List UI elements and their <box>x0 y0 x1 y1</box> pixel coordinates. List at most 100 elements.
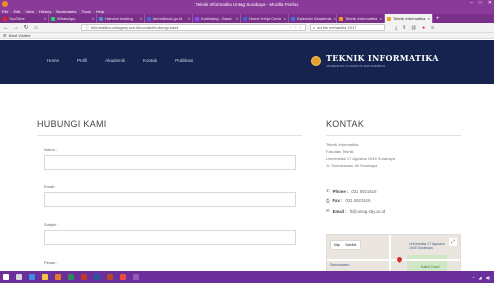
page-icon <box>195 16 199 21</box>
address-line: Teknik Informatika <box>326 142 359 147</box>
sidebar-icon[interactable]: ▥ <box>411 25 416 31</box>
nav-profil[interactable]: Profil <box>77 58 87 63</box>
page-icon <box>339 16 343 21</box>
location-map[interactable]: Map Satellite ⤢ Universitas 17 Agustus 1… <box>326 234 461 272</box>
start-icon[interactable] <box>3 274 9 280</box>
tab-kotlin[interactable]: Kotlinlang - Basic × <box>193 14 241 23</box>
close-tab-icon[interactable]: × <box>92 16 94 21</box>
app-icon[interactable] <box>81 274 87 280</box>
nav-kontak[interactable]: Kontak <box>143 58 157 63</box>
menu-help[interactable]: Help <box>96 9 104 14</box>
menu-tools[interactable]: Tools <box>81 9 90 14</box>
info-icon: ⓘ <box>85 24 89 30</box>
close-tab-icon[interactable]: × <box>44 16 46 21</box>
nav-publikasi[interactable]: Publikasi <box>175 58 193 63</box>
tab-youtube[interactable]: YouTube × <box>1 14 49 23</box>
nav-akademik[interactable]: Akademik <box>105 58 125 63</box>
page-icon <box>99 16 103 21</box>
address-line: Universitas 17 Agustus 1945 Surabaya <box>326 156 395 161</box>
folder-icon[interactable] <box>42 274 48 280</box>
brand-subtitle: UNIVERSITAS 17 AGUSTUS 1945 SURABAYA <box>326 64 386 68</box>
close-icon[interactable]: ✕ <box>488 0 492 6</box>
url-bar[interactable]: ⓘ informatika.untagsby.sch.id/contact/hu… <box>81 24 306 31</box>
map-label-place: Kabul Court <box>421 265 440 269</box>
fax-value: 031 5921516 <box>345 198 371 203</box>
menu-view[interactable]: View <box>25 9 34 14</box>
map-road <box>327 259 460 261</box>
close-tab-icon[interactable]: × <box>140 16 142 21</box>
close-tab-icon[interactable]: × <box>284 16 286 21</box>
firefox-taskbar-icon[interactable] <box>55 274 61 280</box>
close-tab-icon[interactable]: × <box>333 16 335 21</box>
reload-icon[interactable]: ↻ <box>23 24 29 31</box>
volume-icon[interactable]: ◀) <box>486 275 490 280</box>
menu-history[interactable]: History <box>39 9 51 14</box>
subject-field[interactable] <box>44 230 296 245</box>
map-type-control[interactable]: Map Satellite <box>331 241 360 249</box>
tab-whatsapp[interactable]: WhatsApp × <box>49 14 97 23</box>
app-icon[interactable] <box>68 274 74 280</box>
menu-file[interactable]: File <box>2 9 8 14</box>
system-tray: ^ ◢ ◀) <box>473 275 490 280</box>
fullscreen-icon[interactable]: ⤢ <box>449 238 457 246</box>
back-icon[interactable]: ← <box>3 25 9 31</box>
map-type-satellite[interactable]: Satellite <box>345 243 356 247</box>
close-tab-icon[interactable]: × <box>236 16 238 21</box>
network-icon[interactable]: ◢ <box>479 275 482 280</box>
nav-toolbar: ← → ↻ ⌂ ⓘ informatika.untagsby.sch.id/co… <box>0 23 494 33</box>
address-line: Fakultas Teknik <box>326 149 354 154</box>
addon-icon[interactable]: ● <box>422 25 425 31</box>
page-icon <box>243 16 247 21</box>
new-tab-button[interactable]: + <box>436 16 440 22</box>
home-icon[interactable]: ⌂ <box>33 25 39 31</box>
map-type-map[interactable]: Map <box>334 243 340 247</box>
search-input[interactable]: ⌕ ad bis mehanika 2017 <box>310 24 385 31</box>
word-icon[interactable] <box>94 274 100 280</box>
app-icon[interactable] <box>120 274 126 280</box>
bookmark-most-visited[interactable]: Most Visited <box>9 33 31 38</box>
map-pin-icon[interactable] <box>395 255 404 264</box>
menu-edit[interactable]: Edit <box>13 9 20 14</box>
site-brand[interactable]: TEKNIK INFORMATIKA UNIVERSITAS 17 AGUSTU… <box>311 53 439 68</box>
search-icon[interactable] <box>16 274 22 280</box>
maximize-icon[interactable]: □ <box>479 0 482 6</box>
tab-teknik-active[interactable]: Teknik Informatika × <box>385 14 433 23</box>
email-link[interactable]: ft@untag-sby.ac.id <box>350 209 386 214</box>
app-icon[interactable] <box>133 274 139 280</box>
message-label: Pesan : <box>44 260 58 265</box>
email-field[interactable] <box>44 192 296 207</box>
email-row: ✉ Email : ft@untag-sby.ac.id <box>326 208 386 214</box>
tab-harvest[interactable]: Harvest hosting × <box>97 14 145 23</box>
address-line: Jl. Semolowaru 45 Surabaya <box>326 163 378 168</box>
menu-icon[interactable]: ≡ <box>431 25 434 31</box>
close-tab-icon[interactable]: × <box>428 16 430 21</box>
library-icon[interactable]: ⫴ <box>403 25 405 31</box>
divider <box>37 135 302 136</box>
page-icon <box>291 16 295 21</box>
page-actions-icon[interactable]: ··· ♡ ☆ <box>289 25 302 30</box>
window-titlebar: Teknik Informatika Untag Surabaya - Mozi… <box>0 0 494 8</box>
phone-icon: ✆ <box>326 188 330 193</box>
chevron-up-icon[interactable]: ^ <box>473 275 475 280</box>
menu-bookmarks[interactable]: Bookmarks <box>56 9 76 14</box>
phone-row: ✆ Phone : 031 5921516 <box>326 188 377 194</box>
tab-kalender[interactable]: Kalender Akademik × <box>289 14 337 23</box>
downloads-icon[interactable]: ⤓ <box>395 25 397 31</box>
minimize-icon[interactable]: – <box>470 0 473 6</box>
gear-icon: ⚙ <box>3 33 7 38</box>
close-tab-icon[interactable]: × <box>380 16 382 21</box>
brand-name: TEKNIK INFORMATIKA <box>326 53 439 63</box>
forward-icon[interactable]: → <box>13 25 19 31</box>
nav-home[interactable]: Home <box>47 58 59 63</box>
university-logo-icon <box>311 55 321 66</box>
close-tab-icon[interactable]: × <box>188 16 190 21</box>
tab-home[interactable]: Home Kerja Ceria × <box>241 14 289 23</box>
name-field[interactable] <box>44 155 296 170</box>
taskview-icon[interactable] <box>29 274 35 280</box>
powerpoint-icon[interactable] <box>107 274 113 280</box>
page-title: HUBUNGI KAMI <box>37 119 107 129</box>
tab-teknik-1[interactable]: Teknik Informatika × <box>337 14 385 23</box>
window-title: Teknik Informatika Untag Surabaya - Mozi… <box>195 1 299 7</box>
tab-kemdikbud[interactable]: kemdikbud.go.id × <box>145 14 193 23</box>
name-label: Nama : <box>44 147 57 152</box>
